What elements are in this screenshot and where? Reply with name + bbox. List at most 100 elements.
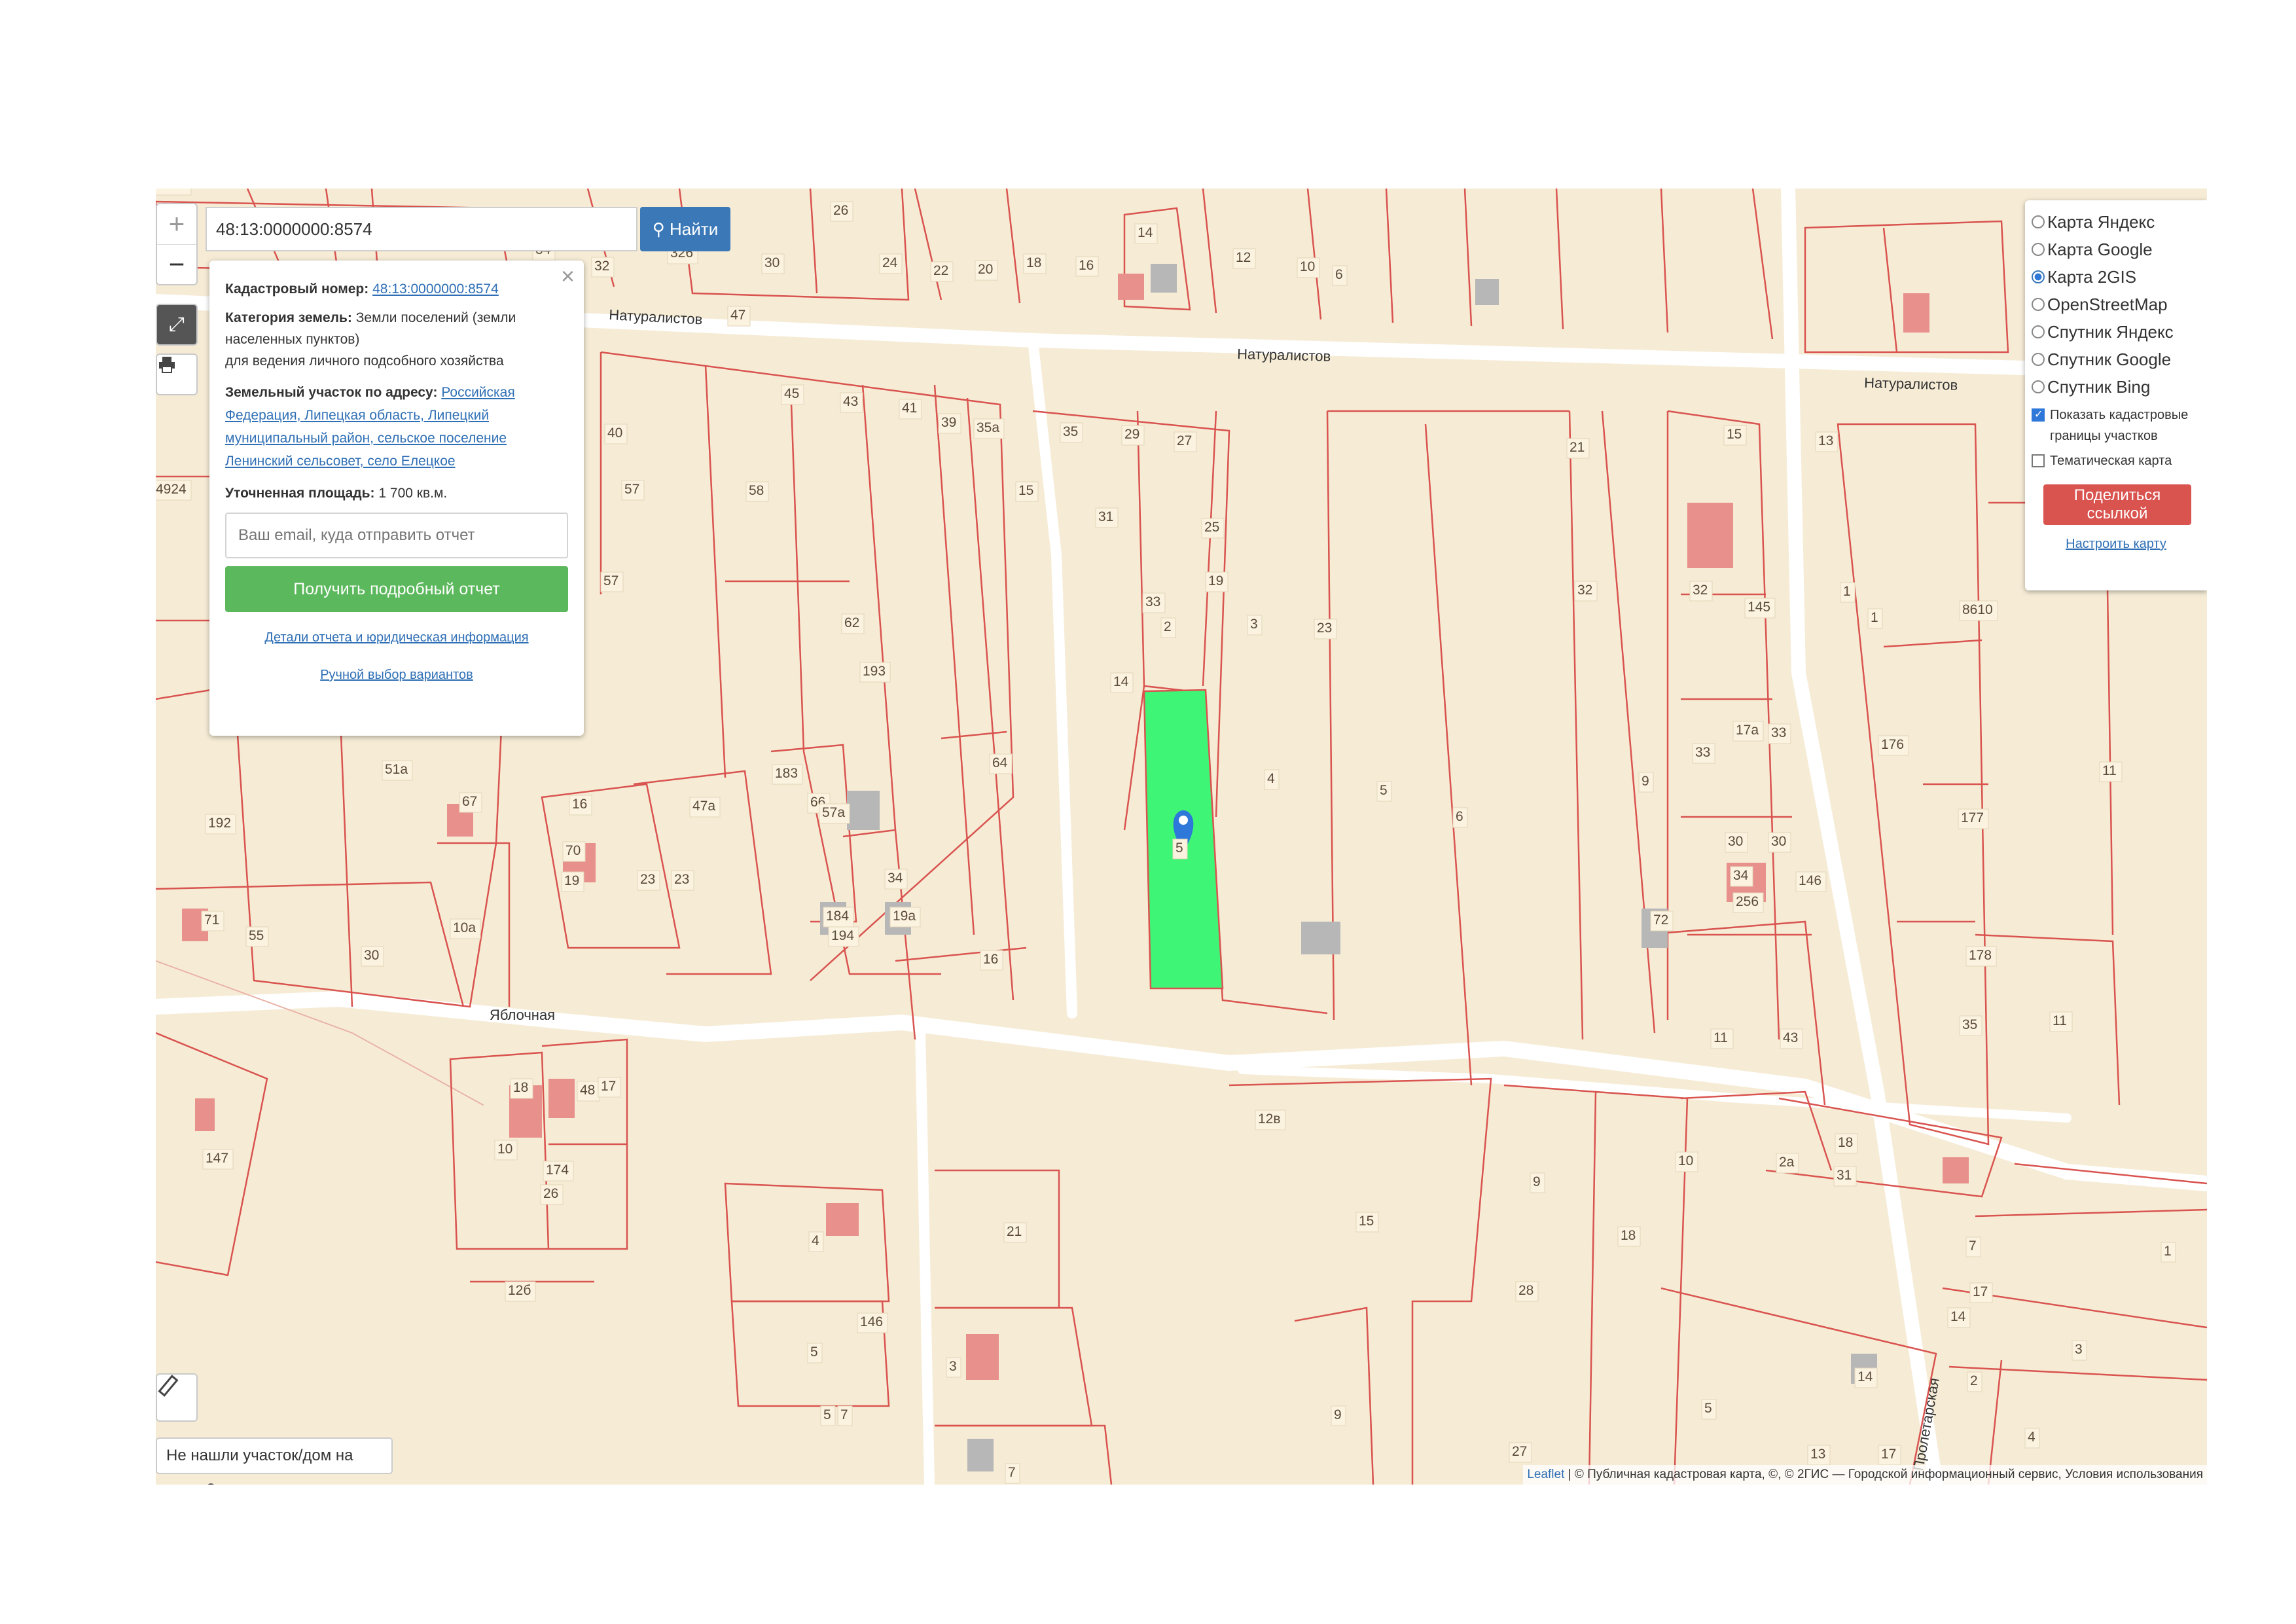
find-button[interactable]: ⚲ Найти xyxy=(640,207,730,251)
layer-switcher: Карта Яндекс Карта Google Карта 2GIS OpenSt… xyxy=(2025,200,2207,590)
parcel-number-label: 7 xyxy=(1008,1465,1016,1480)
parcel-number-label: 33 xyxy=(1771,725,1786,740)
show-boundaries-checkbox[interactable] xyxy=(2032,405,2045,425)
parcel-number-label: 33 xyxy=(1695,745,1710,760)
parcel-number-label: 23 xyxy=(1317,621,1332,636)
parcel-number-label: 15 xyxy=(1727,427,1742,442)
thematic-option[interactable]: Тематическая карта xyxy=(2032,450,2200,471)
email-input[interactable] xyxy=(225,513,568,558)
zoom-control: + − xyxy=(156,203,198,285)
parcel-number-label: 147 xyxy=(206,1151,228,1166)
basemap-label: Карта Яндекс xyxy=(2047,211,2155,232)
basemap-label: Спутник Google xyxy=(2047,349,2172,369)
leaflet-link[interactable]: Leaflet xyxy=(1527,1468,1564,1481)
basemap-option[interactable]: OpenStreetMap xyxy=(2032,291,2200,318)
basemap-option[interactable]: Спутник Яндекс xyxy=(2032,318,2200,346)
fullscreen-button[interactable]: ⤢ xyxy=(156,304,198,346)
basemap-radio[interactable] xyxy=(2032,243,2045,256)
street-naturalistov-2: Натуралистов xyxy=(1237,346,1331,365)
basemap-radio[interactable] xyxy=(2032,380,2045,393)
parcel-number-label: 31 xyxy=(1837,1168,1852,1183)
basemap-radio[interactable] xyxy=(2032,325,2045,338)
configure-map-link[interactable]: Настроить карту xyxy=(2066,537,2166,551)
parcel-number-label: 10 xyxy=(1678,1153,1693,1168)
parcel-number-label: 2 xyxy=(1970,1373,1978,1388)
map-canvas[interactable]: Натуралистов Натуралистов Натуралистов Я… xyxy=(156,189,2207,1485)
parcel-number-label: 31 xyxy=(1098,509,1113,524)
share-link-button[interactable]: Поделиться ссылкой xyxy=(2043,484,2191,525)
parcel-number-label: 57 xyxy=(603,573,619,588)
basemap-radio[interactable] xyxy=(2032,270,2045,283)
basemap-option[interactable]: Карта 2GIS xyxy=(2032,263,2200,291)
parcel-number-label: 10 xyxy=(497,1142,512,1157)
manual-selection-link[interactable]: Ручной выбор вариантов xyxy=(320,668,473,682)
print-button[interactable] xyxy=(156,353,198,395)
parcel-number-label: 176 xyxy=(1881,737,1904,752)
basemap-radio[interactable] xyxy=(2032,298,2045,311)
show-boundaries-label: Показать кадастровые границы участков xyxy=(2050,408,2189,443)
usage-value: для ведения личного подсобного хозяйства xyxy=(225,353,504,369)
parcel-number-label: 27 xyxy=(1512,1444,1527,1459)
parcel-number-label: 5 xyxy=(1704,1401,1712,1416)
parcel-number-label: 39 xyxy=(941,415,956,430)
basemap-label: OpenStreetMap xyxy=(2047,294,2168,314)
parcel-number-label: 45 xyxy=(784,386,799,401)
basemap-radio[interactable] xyxy=(2032,353,2045,366)
zoom-in-button[interactable]: + xyxy=(157,204,196,244)
parcel-number-label: 67 xyxy=(462,794,477,809)
cadastral-row: Кадастровый номер: 48:13:0000000:8574 xyxy=(225,278,568,300)
parcel-number-label: 5 xyxy=(1175,840,1183,856)
parcel-number-label: 21 xyxy=(1570,440,1585,455)
parcel-number-label: 184 xyxy=(826,909,849,924)
parcel-number-label: 40 xyxy=(607,425,622,441)
show-boundaries-option[interactable]: Показать кадастровые границы участков xyxy=(2032,405,2200,446)
basemap-option[interactable]: Карта Google xyxy=(2032,236,2200,263)
category-row: Категория земель: Земли поселений (земли… xyxy=(225,307,568,372)
parcel-number-label: 2а xyxy=(1779,1155,1795,1170)
ruler-button[interactable] xyxy=(156,1373,198,1422)
parcel-number-label: 14 xyxy=(1113,674,1129,689)
parcel-number-label: 1 xyxy=(1871,610,1878,625)
parcel-number-label: 174 xyxy=(546,1163,569,1178)
basemap-label: Спутник Bing xyxy=(2047,376,2151,397)
parcel-number-label: 4 xyxy=(812,1233,819,1248)
parcel-number-label: 10 xyxy=(1300,259,1315,274)
parcel-number-label: 146 xyxy=(1799,873,1821,888)
basemap-option[interactable]: Карта Яндекс xyxy=(2032,208,2200,236)
basemap-radio[interactable] xyxy=(2032,215,2045,228)
basemap-option[interactable]: Спутник Google xyxy=(2032,346,2200,373)
parcel-number-label: 18 xyxy=(1838,1135,1853,1150)
parcel-number-label: 6 xyxy=(1335,267,1343,282)
parcel-number-label: 47 xyxy=(730,308,745,323)
cadastral-link[interactable]: 48:13:0000000:8574 xyxy=(372,281,499,297)
parcel-number-label: 2 xyxy=(1164,619,1172,634)
parcel-number-label: 57 xyxy=(624,482,639,497)
parcel-number-label: 48 xyxy=(580,1083,595,1098)
search-input[interactable] xyxy=(206,207,637,251)
parcel-number-label: 178 xyxy=(1969,948,1992,963)
parcel-number-label: 17 xyxy=(1973,1284,1988,1299)
area-value: 1 700 кв.м. xyxy=(378,486,448,501)
report-details-link[interactable]: Детали отчета и юридическая информация xyxy=(264,630,528,645)
parcel-number-label: 15 xyxy=(1359,1214,1374,1229)
parcel-number-label: 17а xyxy=(1736,723,1759,738)
address-label: Земельный участок по адресу: xyxy=(225,385,438,400)
parcel-number-label: 30 xyxy=(364,948,379,963)
parcel-number-label: 23 xyxy=(674,872,689,887)
expand-icon: ⤢ xyxy=(169,314,185,335)
attribution-text: | © Публичная кадастровая карта, ©, © 2Г… xyxy=(1568,1468,2203,1481)
find-button-label: Найти xyxy=(670,219,719,239)
not-found-button[interactable]: Не нашли участок/дом на карте? xyxy=(156,1437,393,1485)
parcel-number-label: 193 xyxy=(863,664,886,679)
get-report-button[interactable]: Получить подробный отчет xyxy=(225,566,568,612)
basemap-option[interactable]: Спутник Bing xyxy=(2032,373,2200,401)
parcel-number-label: 32 xyxy=(1577,583,1592,598)
parcel-number-label: 22 xyxy=(933,263,948,278)
parcel-number-label: 256 xyxy=(1736,894,1759,909)
close-icon[interactable]: × xyxy=(561,264,575,288)
thematic-checkbox[interactable] xyxy=(2032,454,2045,467)
zoom-out-button[interactable]: − xyxy=(157,244,196,285)
parcel-number-label: 12 xyxy=(1236,250,1251,265)
parcel-number-label: 3 xyxy=(1250,617,1258,632)
parcel-number-label: 11 xyxy=(2102,763,2117,778)
